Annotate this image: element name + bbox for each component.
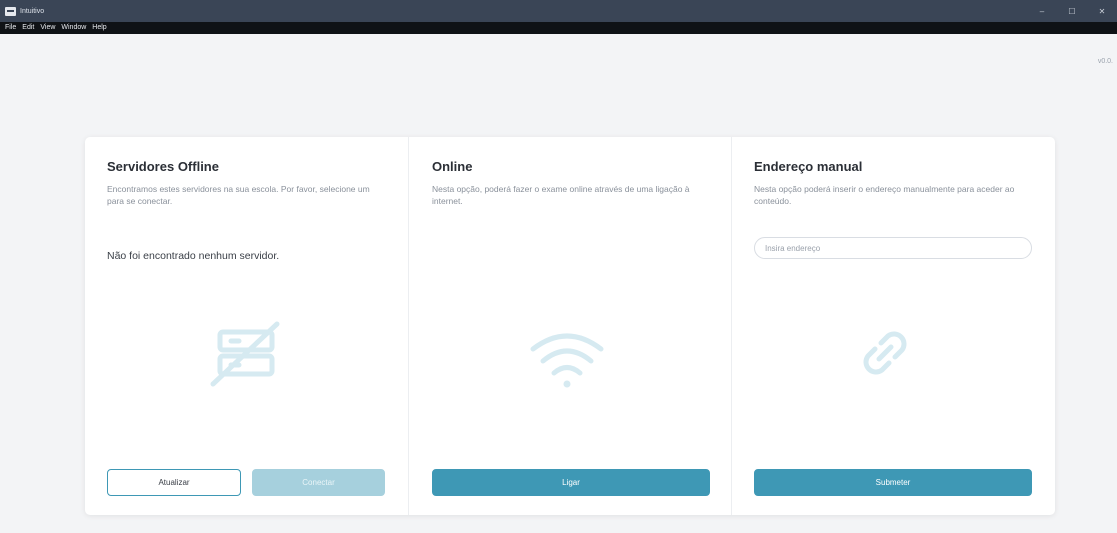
offline-title: Servidores Offline bbox=[107, 159, 219, 174]
online-panel: Online Nesta opção, poderá fazer o exame… bbox=[408, 137, 732, 515]
connection-options-card: Servidores Offline Encontramos estes ser… bbox=[85, 137, 1055, 515]
online-connect-button[interactable]: Ligar bbox=[432, 469, 710, 496]
window-titlebar: Intuitivo – ☐ ✕ bbox=[0, 0, 1117, 22]
online-description: Nesta opção, poderá fazer o exame online… bbox=[432, 184, 690, 206]
no-servers-message: Não foi encontrado nenhum servidor. bbox=[107, 250, 280, 262]
window-controls: – ☐ ✕ bbox=[1027, 0, 1117, 22]
online-title: Online bbox=[432, 159, 473, 174]
maximize-button[interactable]: ☐ bbox=[1057, 0, 1087, 22]
menu-bar: File Edit View Window Help bbox=[0, 22, 1117, 34]
wifi-icon bbox=[530, 333, 604, 388]
manual-description: Nesta opção poderá inserir o endereço ma… bbox=[754, 184, 1015, 206]
submit-button[interactable]: Submeter bbox=[754, 469, 1032, 496]
link-icon bbox=[863, 331, 907, 375]
close-button[interactable]: ✕ bbox=[1087, 0, 1117, 22]
address-input[interactable] bbox=[754, 237, 1032, 259]
menu-help[interactable]: Help bbox=[92, 22, 106, 34]
menu-edit[interactable]: Edit bbox=[22, 22, 34, 34]
menu-window[interactable]: Window bbox=[61, 22, 86, 34]
version-label: v0.0. bbox=[1097, 58, 1113, 65]
menu-view[interactable]: View bbox=[40, 22, 55, 34]
window-title: Intuitivo bbox=[20, 7, 45, 15]
minimize-button[interactable]: – bbox=[1027, 0, 1057, 22]
menu-file[interactable]: File bbox=[5, 22, 16, 34]
manual-title: Endereço manual bbox=[754, 159, 863, 174]
offline-description: Encontramos estes servidores na sua esco… bbox=[107, 184, 370, 206]
refresh-button[interactable]: Atualizar bbox=[107, 469, 241, 496]
connect-button[interactable]: Conectar bbox=[252, 469, 385, 496]
app-logo-icon bbox=[5, 6, 16, 16]
servers-off-icon bbox=[210, 321, 280, 387]
